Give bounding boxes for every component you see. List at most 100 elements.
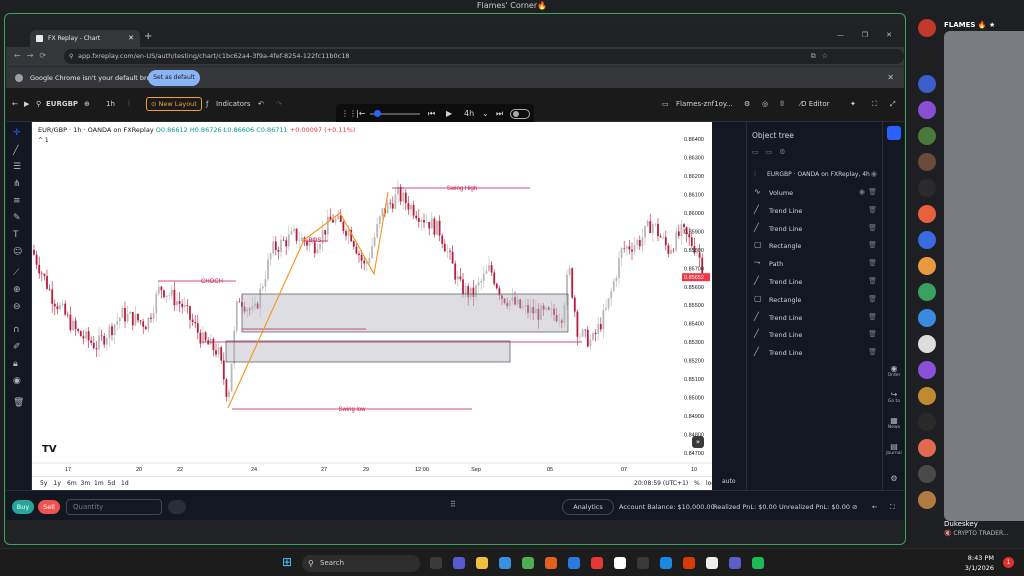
omnibox-actions-icon[interactable]: ⧉☆: [811, 49, 834, 64]
zoom-out-icon[interactable]: ⊖: [13, 302, 21, 312]
range-button[interactable]: 5y: [40, 479, 47, 489]
avatar[interactable]: [918, 491, 936, 509]
object-tree-item[interactable]: ╱ Trend Line 🗑︎: [747, 273, 883, 291]
trash-icon[interactable]: 🗑︎: [13, 398, 24, 408]
sell-button[interactable]: Sell: [38, 500, 60, 514]
undo-icon[interactable]: ↶: [258, 98, 264, 110]
object-tree-item[interactable]: ∿ Volume ◉ 🗑︎: [747, 184, 883, 202]
avatar[interactable]: [918, 387, 936, 405]
zoom-in-icon[interactable]: ⊕: [13, 285, 21, 295]
crosshair-icon[interactable]: ✛: [13, 128, 21, 138]
app-icon[interactable]: [660, 557, 672, 569]
delete-icon[interactable]: 🗑︎: [868, 259, 877, 267]
range-button[interactable]: 3m: [81, 479, 91, 489]
site-info-icon[interactable]: ⚲: [69, 49, 73, 64]
trend-line-tool-icon[interactable]: ╱: [13, 146, 18, 156]
symbol-search-icon[interactable]: ⚲: [36, 98, 41, 110]
delete-icon[interactable]: 🗑︎: [868, 241, 877, 249]
firefox-icon[interactable]: [545, 557, 557, 569]
jump-start-icon[interactable]: |←: [356, 108, 365, 120]
delete-icon[interactable]: 🗑︎: [868, 224, 877, 232]
editor-button[interactable]: ⁄D Editor: [800, 98, 830, 110]
order-button[interactable]: ◉ Order: [885, 364, 903, 378]
object-tree-actions-icon[interactable]: ▭▭⚙: [752, 148, 793, 156]
object-tree-item[interactable]: ╱ Trend Line 🗑︎: [747, 326, 883, 344]
object-tree-item[interactable]: ▢ Rectangle 🗑︎: [747, 237, 883, 255]
pitchfork-icon[interactable]: ⋔: [13, 179, 21, 189]
analytics-button[interactable]: Analytics: [562, 499, 614, 515]
brush-icon[interactable]: ✎: [13, 213, 21, 223]
rectangle-zone[interactable]: [241, 293, 569, 333]
avatar[interactable]: [918, 309, 936, 327]
timeframe-button[interactable]: 1h: [106, 98, 115, 110]
nav-buttons[interactable]: ←→⟳: [14, 49, 52, 63]
add-compare-icon[interactable]: ⊕: [84, 98, 90, 110]
set-default-button[interactable]: Set as default: [148, 70, 200, 86]
object-tree-source[interactable]: ⫶ EURGBP · OANDA on FXReplay, 4h ◉: [747, 166, 883, 184]
browser-tab[interactable]: FX Replay - Chart ✕: [30, 30, 140, 47]
avatar[interactable]: [918, 283, 936, 301]
tradingview-icon[interactable]: [614, 557, 626, 569]
avatar[interactable]: [918, 361, 936, 379]
journal-button[interactable]: ▤ Journal: [885, 442, 903, 456]
avatar[interactable]: [918, 439, 936, 457]
close-tab-icon[interactable]: ✕: [128, 30, 134, 47]
close-window-icon[interactable]: ✕: [886, 31, 892, 39]
range-button[interactable]: 1d: [121, 479, 129, 489]
replay-speed-knob[interactable]: [374, 110, 381, 117]
percent-toggle[interactable]: %: [694, 479, 700, 489]
stay-drawing-icon[interactable]: ✐: [13, 342, 21, 352]
file-explorer-icon[interactable]: [476, 557, 488, 569]
visibility-icon[interactable]: ◉: [859, 188, 865, 196]
object-tree-toggle-icon[interactable]: [887, 126, 901, 140]
buy-button[interactable]: Buy: [12, 500, 34, 514]
spotify-icon[interactable]: [752, 557, 764, 569]
hide-icon[interactable]: ⊘: [852, 500, 857, 514]
emoji-icon[interactable]: ☺: [13, 247, 22, 257]
avatar[interactable]: [918, 153, 936, 171]
play-icon[interactable]: ▶: [446, 108, 452, 120]
delete-icon[interactable]: 🗑︎: [868, 206, 877, 214]
delete-icon[interactable]: 🗑︎: [868, 330, 877, 338]
ruler-icon[interactable]: ⟋: [13, 268, 19, 278]
chevron-left-icon[interactable]: ←: [872, 500, 877, 514]
alert-icon[interactable]: ⚙: [744, 98, 750, 110]
quantity-input[interactable]: Quantity: [66, 499, 162, 515]
avatar[interactable]: [918, 413, 936, 431]
app-icon[interactable]: [683, 557, 695, 569]
range-button[interactable]: 1m: [94, 479, 104, 489]
object-tree-item[interactable]: ╱ Trend Line 🗑︎: [747, 220, 883, 238]
object-tree-item[interactable]: ╱ Trend Line 🗑︎: [747, 202, 883, 220]
grid-handle-icon[interactable]: ⠿: [450, 500, 456, 509]
source-visibility-icon[interactable]: ◉: [871, 170, 877, 178]
edge-icon[interactable]: [499, 557, 511, 569]
store-icon[interactable]: [637, 557, 649, 569]
notification-badge[interactable]: 1: [1003, 557, 1014, 568]
object-tree-item[interactable]: ▢ Rectangle 🗑︎: [747, 291, 883, 309]
auto-toggle[interactable]: auto: [722, 478, 736, 485]
lock-drawings-icon[interactable]: 🔒︎: [13, 359, 18, 369]
log-toggle[interactable]: log: [706, 479, 715, 489]
legend-collapse[interactable]: ^ 1: [38, 137, 49, 144]
indicators-icon[interactable]: ƒ: [206, 98, 208, 110]
avatar[interactable]: [918, 465, 936, 483]
clock[interactable]: 8:43 PM 3/1/2026: [965, 553, 994, 573]
settings-icon[interactable]: ◎: [762, 98, 768, 110]
delete-icon[interactable]: 🗑︎: [868, 277, 877, 285]
delete-icon[interactable]: 🗑︎: [868, 348, 877, 356]
user-name-flames[interactable]: FLAMES 🔥 ★: [944, 21, 995, 29]
avatar[interactable]: [918, 335, 936, 353]
app-icon[interactable]: [568, 557, 580, 569]
layout-name-button[interactable]: Flames-znf1oy...: [676, 98, 733, 110]
new-layout-button[interactable]: ⊙ New Layout: [146, 97, 202, 111]
avatar[interactable]: [918, 19, 936, 37]
chart-type-icon[interactable]: ⫶: [128, 98, 130, 110]
avatar[interactable]: [918, 49, 936, 67]
object-tree-item[interactable]: ╱ Trend Line 🗑︎: [747, 309, 883, 327]
windows-start-icon[interactable]: ⊞: [282, 556, 292, 568]
price-chart[interactable]: CHOCH Swing High Swing low BOS 0.86400 0.863…: [32, 122, 712, 476]
range-button[interactable]: 6m: [67, 479, 77, 489]
camera-icon[interactable]: ⌷: [780, 98, 784, 110]
delete-icon[interactable]: 🗑︎: [868, 313, 877, 321]
replay-timeframe[interactable]: 4h: [464, 108, 474, 120]
